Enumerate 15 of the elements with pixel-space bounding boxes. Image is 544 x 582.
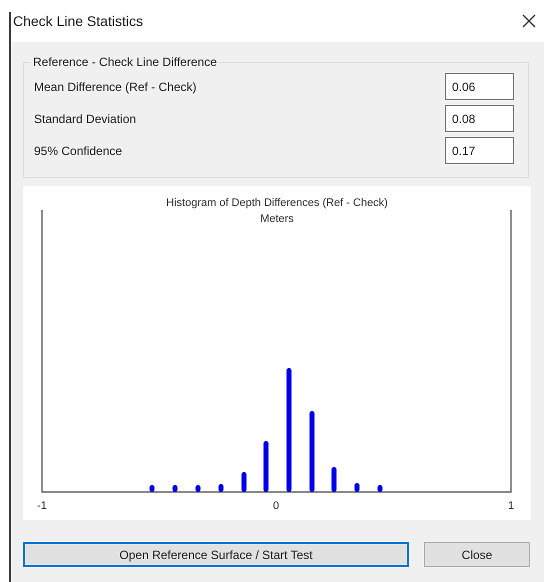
tick-label: 0 <box>272 500 280 512</box>
window-title: Check Line Statistics <box>13 12 143 30</box>
field-label: Mean Difference (Ref - Check) <box>34 78 197 96</box>
chart-title: Histogram of Depth Differences (Ref - Check) <box>166 197 388 209</box>
close-button[interactable]: Close <box>424 542 530 567</box>
value-field[interactable]: 0.08 <box>445 105 514 132</box>
value-field[interactable]: 0.06 <box>445 73 514 100</box>
start-test-button[interactable]: Open Reference Surface / Start Test <box>23 542 409 567</box>
chart-subtitle: Meters <box>260 213 294 225</box>
tick-label: 1 <box>508 500 514 512</box>
tick-label: -1 <box>37 500 47 512</box>
field-label: 95% Confidence <box>34 142 122 160</box>
close-icon[interactable] <box>522 14 536 28</box>
value-field[interactable]: 0.17 <box>445 137 514 164</box>
field-label: Standard Deviation <box>34 110 136 128</box>
